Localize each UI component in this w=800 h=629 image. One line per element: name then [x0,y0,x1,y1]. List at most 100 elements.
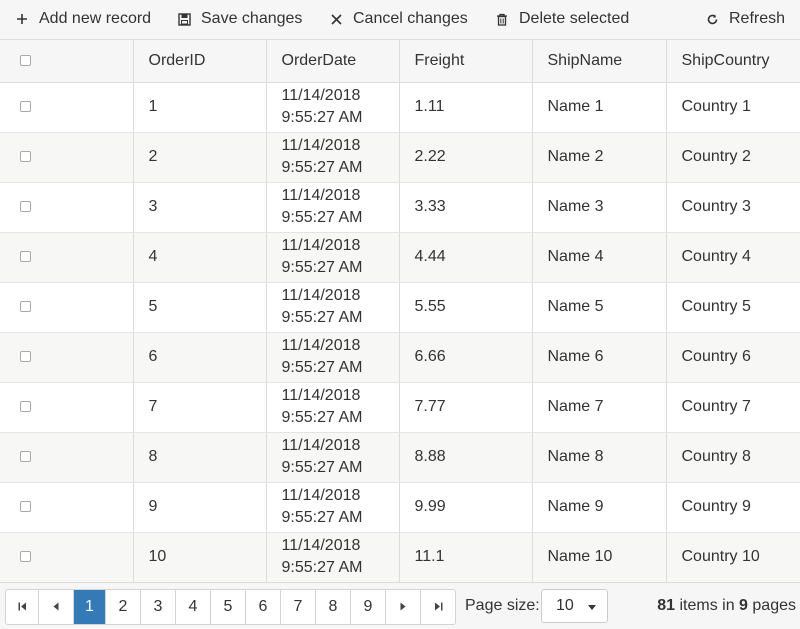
cell-orderid[interactable]: 3 [132,182,266,233]
cell-shipcountry[interactable]: Country 7 [665,382,800,433]
cell-shipcountry[interactable]: Country 9 [665,482,800,533]
cell-orderdate-date: 11/14/2018 [281,537,361,554]
page-number-button[interactable]: 6 [245,590,280,624]
page-number-button[interactable]: 3 [140,590,175,624]
row-checkbox[interactable] [20,151,31,163]
cell-shipname[interactable]: Name 8 [531,432,666,483]
last-page-button[interactable] [420,590,455,624]
cell-freight[interactable]: 4.44 [398,232,532,283]
cell-shipname[interactable]: Name 9 [531,482,666,533]
table-row[interactable]: 8 11/14/2018 9:55:27 AM 8.88 Name 8 Country 8 [0,432,800,483]
column-header-orderid[interactable]: OrderID [132,40,266,83]
cell-freight[interactable]: 11.1 [398,532,532,583]
cell-shipcountry[interactable]: Country 2 [665,132,800,183]
row-checkbox[interactable] [20,501,31,513]
table-row[interactable]: 5 11/14/2018 9:55:27 AM 5.55 Name 5 Country 5 [0,282,800,333]
column-header-freight[interactable]: Freight [398,40,532,83]
cell-shipcountry[interactable]: Country 3 [665,182,800,233]
cell-shipname[interactable]: Name 4 [531,232,666,283]
row-checkbox[interactable] [20,451,31,463]
cell-orderid[interactable]: 2 [132,132,266,183]
cell-orderdate-date: 11/14/2018 [281,287,361,304]
cell-orderdate[interactable]: 11/14/2018 9:55:27 AM [265,432,399,483]
table-row[interactable]: 6 11/14/2018 9:55:27 AM 6.66 Name 6 Country 6 [0,332,800,383]
cell-shipcountry[interactable]: Country 6 [665,332,800,383]
table-row[interactable]: 9 11/14/2018 9:55:27 AM 9.99 Name 9 Country 9 [0,482,800,533]
first-page-button[interactable] [6,590,38,624]
row-checkbox[interactable] [20,551,31,563]
cell-orderdate[interactable]: 11/14/2018 9:55:27 AM [265,82,399,133]
refresh-button[interactable]: Refresh [704,0,785,38]
cell-freight[interactable]: 8.88 [398,432,532,483]
table-row[interactable]: 1 11/14/2018 9:55:27 AM 1.11 Name 1 Country 1 [0,82,800,133]
table-row[interactable]: 7 11/14/2018 9:55:27 AM 7.77 Name 7 Country 7 [0,382,800,433]
row-checkbox[interactable] [20,201,31,213]
cell-orderid[interactable]: 9 [132,482,266,533]
row-select-cell [0,382,133,433]
cell-orderid[interactable]: 5 [132,282,266,333]
column-header-orderdate[interactable]: OrderDate [265,40,399,83]
cell-freight[interactable]: 6.66 [398,332,532,383]
cell-orderdate[interactable]: 11/14/2018 9:55:27 AM [265,332,399,383]
save-changes-button[interactable]: Save changes [176,0,302,38]
row-checkbox[interactable] [20,301,31,313]
cell-shipname[interactable]: Name 2 [531,132,666,183]
row-checkbox[interactable] [20,351,31,363]
cell-shipcountry[interactable]: Country 10 [665,532,800,583]
first-page-icon [18,598,27,616]
row-checkbox[interactable] [20,101,31,113]
cell-freight[interactable]: 9.99 [398,482,532,533]
cell-orderdate[interactable]: 11/14/2018 9:55:27 AM [265,182,399,233]
row-select-cell [0,82,133,133]
column-header-shipname[interactable]: ShipName [531,40,666,83]
cell-freight[interactable]: 3.33 [398,182,532,233]
cell-orderid[interactable]: 7 [132,382,266,433]
add-new-record-button[interactable]: Add new record [14,0,151,38]
cell-orderdate[interactable]: 11/14/2018 9:55:27 AM [265,282,399,333]
table-row[interactable]: 10 11/14/2018 9:55:27 AM 11.1 Name 10 Country… [0,532,800,583]
cell-shipname[interactable]: Name 1 [531,82,666,133]
cell-shipcountry[interactable]: Country 4 [665,232,800,283]
table-row[interactable]: 3 11/14/2018 9:55:27 AM 3.33 Name 3 Country 3 [0,182,800,233]
page-number-button[interactable]: 7 [280,590,315,624]
cell-orderid[interactable]: 4 [132,232,266,283]
previous-page-button[interactable] [38,590,73,624]
cancel-changes-button[interactable]: Cancel changes [328,0,468,38]
cell-orderid[interactable]: 8 [132,432,266,483]
cell-orderdate[interactable]: 11/14/2018 9:55:27 AM [265,482,399,533]
cell-orderid[interactable]: 6 [132,332,266,383]
cell-freight[interactable]: 1.11 [398,82,532,133]
delete-selected-button[interactable]: Delete selected [494,0,629,38]
row-checkbox[interactable] [20,401,31,413]
select-all-checkbox[interactable] [20,55,31,67]
cell-orderdate[interactable]: 11/14/2018 9:55:27 AM [265,232,399,283]
cell-shipcountry[interactable]: Country 8 [665,432,800,483]
cell-freight[interactable]: 5.55 [398,282,532,333]
cell-shipname[interactable]: Name 3 [531,182,666,233]
cell-freight[interactable]: 7.77 [398,382,532,433]
cell-freight[interactable]: 2.22 [398,132,532,183]
cell-shipname[interactable]: Name 5 [531,282,666,333]
page-number-button[interactable]: 1 [73,590,105,624]
row-checkbox[interactable] [20,251,31,263]
table-row[interactable]: 2 11/14/2018 9:55:27 AM 2.22 Name 2 Country 2 [0,132,800,183]
cell-orderdate[interactable]: 11/14/2018 9:55:27 AM [265,382,399,433]
page-size-dropdown[interactable]: 10 [541,589,608,623]
cell-shipname[interactable]: Name 10 [531,532,666,583]
cell-orderdate[interactable]: 11/14/2018 9:55:27 AM [265,132,399,183]
cell-orderdate[interactable]: 11/14/2018 9:55:27 AM [265,532,399,583]
cell-shipcountry[interactable]: Country 5 [665,282,800,333]
cell-orderid[interactable]: 10 [132,532,266,583]
page-number-button[interactable]: 5 [210,590,245,624]
column-header-shipcountry[interactable]: ShipCountry [665,40,800,83]
page-number-button[interactable]: 4 [175,590,210,624]
table-row[interactable]: 4 11/14/2018 9:55:27 AM 4.44 Name 4 Country 4 [0,232,800,283]
page-number-button[interactable]: 9 [350,590,385,624]
cell-shipname[interactable]: Name 7 [531,382,666,433]
cell-orderid[interactable]: 1 [132,82,266,133]
page-number-button[interactable]: 8 [315,590,350,624]
page-number-button[interactable]: 2 [105,590,140,624]
next-page-button[interactable] [385,590,420,624]
cell-shipname[interactable]: Name 6 [531,332,666,383]
cell-shipcountry[interactable]: Country 1 [665,82,800,133]
